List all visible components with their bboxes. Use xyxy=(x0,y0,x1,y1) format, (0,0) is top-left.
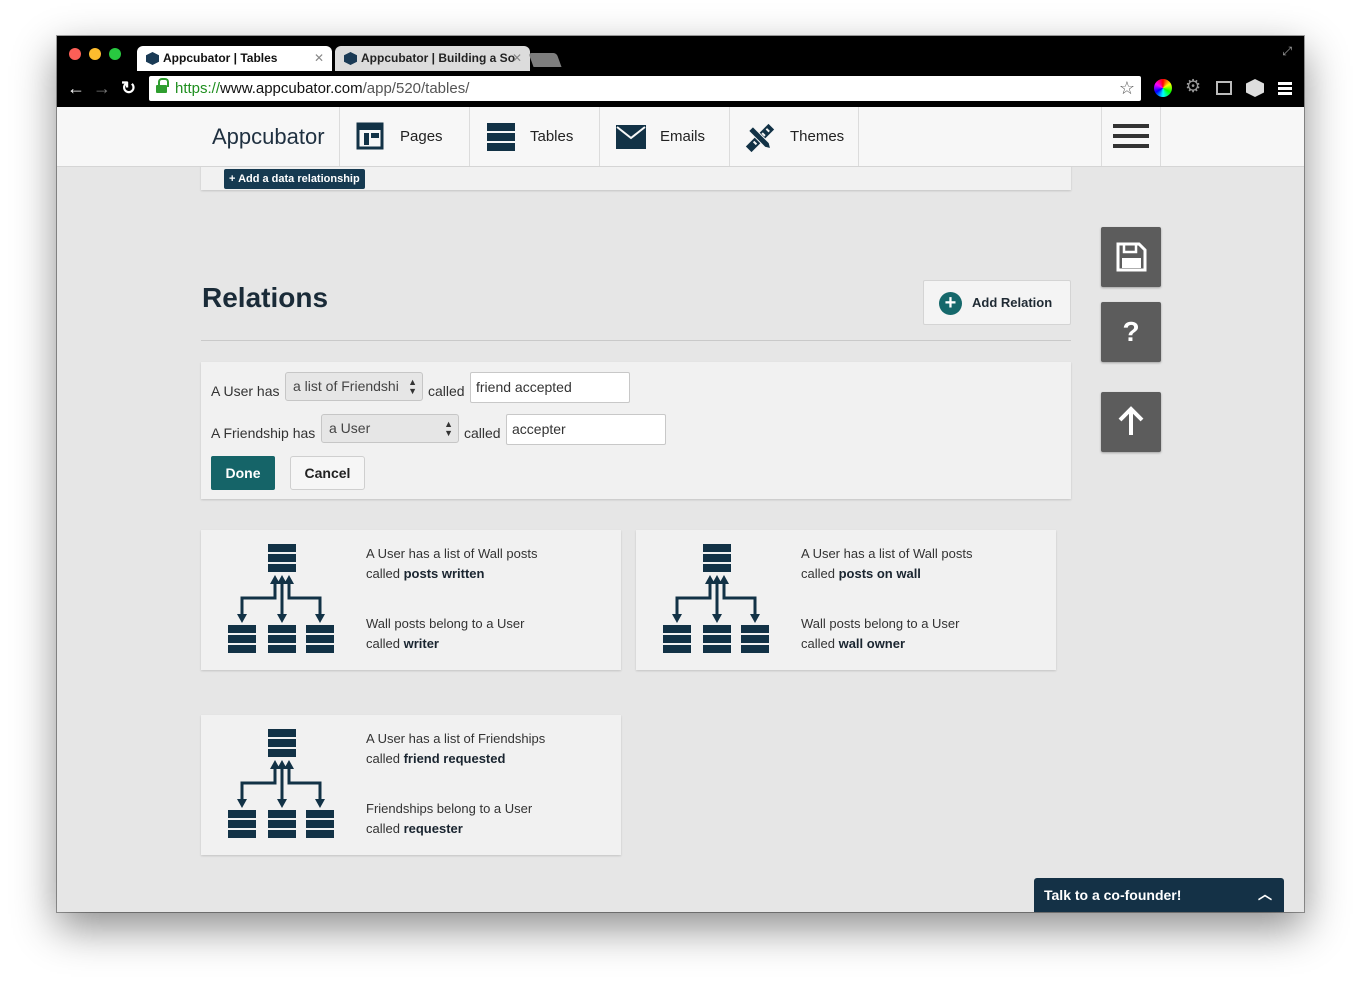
question-mark-icon: ? xyxy=(1122,316,1140,347)
select-value: a User xyxy=(329,420,371,436)
chat-widget[interactable]: Talk to a co-founder! ︿ xyxy=(1034,878,1284,912)
bookmark-star-icon[interactable]: ☆ xyxy=(1119,76,1135,101)
nav-label: Pages xyxy=(400,128,443,145)
nav-label: Emails xyxy=(660,128,706,145)
relation-line3: Friendships belong to a User xyxy=(366,801,533,816)
close-tab-icon[interactable]: ✕ xyxy=(512,46,522,71)
url-host: www.appcubator.com xyxy=(220,80,363,97)
fullscreen-icon[interactable]: ⤢ xyxy=(1282,44,1292,59)
relation-line4: called writer xyxy=(366,636,439,651)
nav-item-emails[interactable]: Emails xyxy=(599,107,729,166)
relation-name-input[interactable]: friend accepted xyxy=(470,372,630,403)
relation-line3: Wall posts belong to a User xyxy=(366,616,525,631)
brand-logo[interactable]: Appcubator xyxy=(212,124,325,150)
nav-item-tables[interactable]: Tables xyxy=(469,107,599,166)
zoom-window-button[interactable] xyxy=(109,48,121,60)
themes-icon xyxy=(745,123,775,153)
select-arrows-icon: ▲ ▼ xyxy=(408,377,417,396)
favicon-icon xyxy=(146,52,159,65)
divider xyxy=(201,340,1071,341)
inverse-name-input[interactable]: accepter xyxy=(506,414,666,445)
new-tab-button[interactable] xyxy=(528,53,562,67)
relation-diagram-icon xyxy=(228,544,334,653)
browser-window: Appcubator | Tables ✕ Appcubator | Build… xyxy=(57,36,1304,912)
add-relation-label: Add Relation xyxy=(972,295,1053,310)
app-header: Appcubator Pages Tables Emails Themes xyxy=(57,107,1304,167)
relation-card[interactable]: A User has a list of Wall posts called p… xyxy=(201,530,621,670)
relation-card[interactable]: A User has a list of Friendships called … xyxy=(201,715,621,855)
relation-line1: A User has a list of Wall posts xyxy=(366,546,538,561)
relation-diagram-icon xyxy=(663,544,769,653)
scroll-to-top-button[interactable] xyxy=(1101,392,1161,452)
arrow-up-icon xyxy=(1118,406,1144,435)
address-bar[interactable]: https://www.appcubator.com/app/520/table… xyxy=(149,76,1141,101)
row2-called: called xyxy=(464,425,501,441)
relation-line2: called posts on wall xyxy=(801,566,921,581)
screenshot-extension-icon[interactable] xyxy=(1216,81,1232,95)
row2-prefix: A Friendship has xyxy=(211,425,316,441)
row1-prefix: A User has xyxy=(211,383,280,399)
favicon-icon xyxy=(344,52,357,65)
close-tab-icon[interactable]: ✕ xyxy=(314,46,324,71)
relation-editor: A User has a list of Friendshi ▲ ▼ called… xyxy=(201,362,1071,499)
add-relation-button[interactable]: + Add Relation xyxy=(923,280,1071,325)
plus-circle-icon: + xyxy=(939,292,962,315)
help-button[interactable]: ? xyxy=(1101,302,1161,362)
back-icon[interactable]: ← xyxy=(67,78,85,99)
tab-title: Appcubator | Building a So xyxy=(361,51,516,65)
relation-line2: called posts written xyxy=(366,566,485,581)
app-menu-icon[interactable] xyxy=(1101,107,1161,166)
input-value: accepter xyxy=(512,421,566,437)
chat-label: Talk to a co-founder! xyxy=(1044,887,1182,903)
nav-item-themes[interactable]: Themes xyxy=(729,107,859,166)
relation-line2: called friend requested xyxy=(366,751,506,766)
browser-menu-icon[interactable] xyxy=(1278,82,1292,100)
gear-icon[interactable]: ⚙ xyxy=(1185,76,1203,96)
browser-toolbar: ← → ↻ https://www.appcubator.com/app/520… xyxy=(57,71,1304,107)
relation-line3: Wall posts belong to a User xyxy=(801,616,960,631)
page-title: Relations xyxy=(202,282,329,313)
url-scheme: https:// xyxy=(175,80,221,97)
select-arrows-icon: ▲ ▼ xyxy=(444,419,453,438)
relation-card[interactable]: A User has a list of Wall posts called p… xyxy=(636,530,1056,670)
relation-line4: called requester xyxy=(366,821,463,836)
nav-item-pages[interactable]: Pages xyxy=(339,107,469,166)
minimize-window-button[interactable] xyxy=(89,48,101,60)
pages-icon xyxy=(356,122,384,150)
url-path: /app/520/tables/ xyxy=(362,80,470,97)
inverse-type-select[interactable]: a User ▲ ▼ xyxy=(321,414,459,443)
nav-label: Tables xyxy=(530,128,574,145)
extension-hex-icon[interactable] xyxy=(1246,79,1264,97)
forward-icon[interactable]: → xyxy=(93,78,111,99)
browser-tab-active[interactable]: Appcubator | Tables ✕ xyxy=(137,46,332,71)
save-button[interactable] xyxy=(1101,227,1161,287)
select-value: a list of Friendshi xyxy=(293,378,399,394)
tab-title: Appcubator | Tables xyxy=(163,51,278,65)
relation-line1: A User has a list of Wall posts xyxy=(801,546,973,561)
emails-icon xyxy=(616,125,646,149)
add-data-relationship-button[interactable]: + Add a data relationship xyxy=(224,169,365,189)
relation-line4: called wall owner xyxy=(801,636,906,651)
row1-called: called xyxy=(428,383,465,399)
browser-tab-inactive[interactable]: Appcubator | Building a So ✕ xyxy=(335,46,530,71)
reload-icon[interactable]: ↻ xyxy=(121,78,136,99)
nav-label: Themes xyxy=(790,128,845,145)
input-value: friend accepted xyxy=(476,379,572,395)
tables-icon xyxy=(487,123,515,151)
lock-icon xyxy=(156,78,169,94)
color-picker-extension-icon[interactable] xyxy=(1154,79,1172,97)
tab-strip: Appcubator | Tables ✕ Appcubator | Build… xyxy=(57,36,1304,71)
chevron-up-icon[interactable]: ︿ xyxy=(1258,884,1272,904)
save-icon xyxy=(1116,242,1147,272)
relation-type-select[interactable]: a list of Friendshi ▲ ▼ xyxy=(285,372,423,401)
cancel-button[interactable]: Cancel xyxy=(290,456,365,490)
relation-diagram-icon xyxy=(228,729,334,838)
relation-line1: A User has a list of Friendships xyxy=(366,731,546,746)
done-button[interactable]: Done xyxy=(211,456,275,490)
close-window-button[interactable] xyxy=(69,48,81,60)
